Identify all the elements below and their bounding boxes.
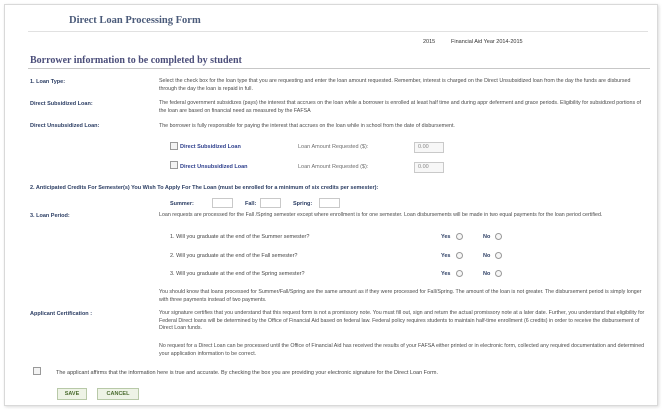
aid-year-number: 2015 — [423, 39, 436, 45]
summer-label: Summer: — [170, 201, 194, 207]
subsidized-text: The federal government subsidizes (pays)… — [159, 100, 641, 114]
summer-credits-input[interactable] — [212, 198, 233, 208]
yes-label: Yes — [441, 234, 451, 240]
yes-label: Yes — [441, 271, 451, 277]
question-spring: 3. Will you graduate at the end of the S… — [170, 271, 305, 277]
affirm-text: The applicant affirms that the informati… — [56, 370, 439, 376]
spring-credits-input[interactable] — [319, 198, 340, 208]
aid-year-label: Financial Aid Year 2014-2015 — [451, 39, 523, 45]
certification-label: Applicant Certification : — [30, 311, 93, 317]
yes-label: Yes — [441, 253, 451, 259]
subsidized-loan-link[interactable]: Direct Subsidized Loan — [180, 144, 241, 150]
credits-label: 2. Anticipated Credits For Semester(s) Y… — [30, 185, 379, 191]
unsubsidized-amount-input[interactable]: 0.00 — [414, 162, 444, 173]
affirm-checkbox[interactable] — [33, 367, 41, 375]
spring-no-radio[interactable] — [495, 270, 502, 277]
form-title: Direct Loan Processing Form — [69, 15, 201, 26]
subsidized-label: Direct Subsidized Loan: — [30, 101, 93, 107]
cancel-button[interactable]: CANCEL — [97, 388, 139, 400]
unsubsidized-text: The borrower is fully responsible for pa… — [159, 123, 455, 129]
loan-type-text: Select the check box for the loan type t… — [159, 78, 631, 92]
spring-label: Spring: — [293, 201, 313, 207]
summer-no-radio[interactable] — [495, 233, 502, 240]
unsubsidized-loan-link[interactable]: Direct Unsubsidized Loan — [180, 164, 248, 170]
loan-type-label: 1. Loan Type: — [30, 79, 66, 85]
loan-period-label: 3. Loan Period: — [30, 213, 70, 219]
unsubsidized-label: Direct Unsubsidized Loan: — [30, 123, 100, 129]
save-button[interactable]: SAVE — [57, 388, 87, 400]
no-label: No — [483, 253, 491, 259]
fafsa-text: No request for a Direct Loan can be proc… — [159, 343, 645, 357]
divider — [28, 68, 650, 69]
question-fall: 2. Will you graduate at the end of the F… — [170, 253, 298, 259]
subsidized-checkbox[interactable] — [170, 142, 178, 150]
no-label: No — [483, 271, 491, 277]
question-summer: 1. Will you graduate at the end of the S… — [170, 234, 310, 240]
no-label: No — [483, 234, 491, 240]
fall-label: Fall: — [245, 201, 257, 207]
certification-text: Your signature certifies that you unders… — [159, 310, 645, 331]
loan-period-note: You should know that loans processed for… — [159, 289, 642, 303]
unsubsidized-amount-label: Loan Amount Requested ($): — [298, 164, 369, 170]
fall-no-radio[interactable] — [495, 252, 502, 259]
loan-period-text: Loan requests are processed for the Fall… — [159, 212, 603, 218]
subsidized-amount-input[interactable]: 0.00 — [414, 142, 444, 153]
fall-yes-radio[interactable] — [456, 252, 463, 259]
summer-yes-radio[interactable] — [456, 233, 463, 240]
unsubsidized-checkbox[interactable] — [170, 161, 178, 169]
fall-credits-input[interactable] — [260, 198, 281, 208]
section-heading: Borrower information to be completed by … — [30, 55, 242, 66]
spring-yes-radio[interactable] — [456, 270, 463, 277]
subsidized-amount-label: Loan Amount Requested ($): — [298, 144, 369, 150]
divider — [28, 31, 648, 32]
